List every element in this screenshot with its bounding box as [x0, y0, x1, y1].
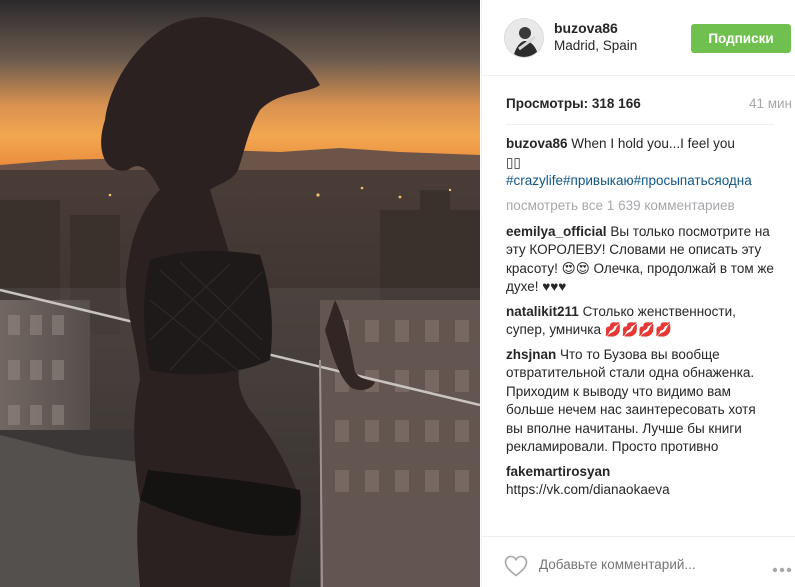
- comment: eemilya_official Вы только посмотрите на…: [506, 223, 774, 297]
- more-options-icon[interactable]: [772, 561, 792, 573]
- view-all-comments-link[interactable]: посмотреть все 1 639 комментариев: [506, 197, 774, 215]
- post-footer: [482, 536, 795, 587]
- comment-username-link[interactable]: fakemartirosyan: [506, 464, 610, 479]
- hashtag-link[interactable]: #проcыпатьсяодна: [634, 173, 752, 188]
- caption-emoji: ▯▯: [506, 154, 521, 170]
- follow-button[interactable]: Подписки: [691, 24, 791, 53]
- post-stats: Просмотры: 318 166 41 мин: [506, 96, 792, 116]
- views-count: 318 166: [591, 96, 641, 111]
- hashtag-link[interactable]: #crazylife: [506, 173, 563, 188]
- post-side-panel: buzova86 Madrid, Spain Подписки Просмотр…: [481, 0, 795, 587]
- caption-username-link[interactable]: buzova86: [506, 136, 568, 151]
- heart-icon[interactable]: [504, 555, 528, 577]
- avatar[interactable]: [504, 18, 544, 58]
- instagram-post-modal: buzova86 Madrid, Spain Подписки Просмотр…: [0, 0, 795, 587]
- location-link[interactable]: Madrid, Spain: [554, 38, 637, 53]
- comment-text: Что то Бузова вы вообще отвратительной с…: [506, 346, 756, 455]
- comment-username-link[interactable]: natalikit211: [506, 304, 579, 319]
- comment-username-link[interactable]: zhsjnan: [506, 347, 556, 362]
- hashtag-link[interactable]: #привыкаю: [563, 173, 634, 188]
- caption: buzova86 When I hold you...I feel you ▯▯…: [506, 135, 774, 191]
- comment-username-link[interactable]: eemilya_official: [506, 224, 607, 239]
- post-timestamp[interactable]: 41 мин: [749, 96, 792, 111]
- comments-list: buzova86 When I hold you...I feel you ▯▯…: [506, 124, 774, 506]
- comment: natalikit211 Столько женственности, супе…: [506, 303, 774, 340]
- caption-text: When I hold you...I feel you: [571, 136, 735, 151]
- post-header: buzova86 Madrid, Spain Подписки: [482, 0, 795, 76]
- header-username-link[interactable]: buzova86: [554, 20, 618, 36]
- avatar-image: [505, 19, 543, 57]
- post-video[interactable]: [0, 0, 480, 587]
- comment: zhsjnan Что то Бузова вы вообще отвратит…: [506, 346, 774, 457]
- comment: fakemartirosyan https://vk.com/dianaokae…: [506, 463, 774, 500]
- add-comment-input[interactable]: [539, 555, 739, 575]
- views-label: Просмотры:: [506, 96, 589, 111]
- video-frame-illustration: [0, 0, 480, 587]
- comment-link[interactable]: https://vk.com/dianaokaeva: [506, 482, 670, 497]
